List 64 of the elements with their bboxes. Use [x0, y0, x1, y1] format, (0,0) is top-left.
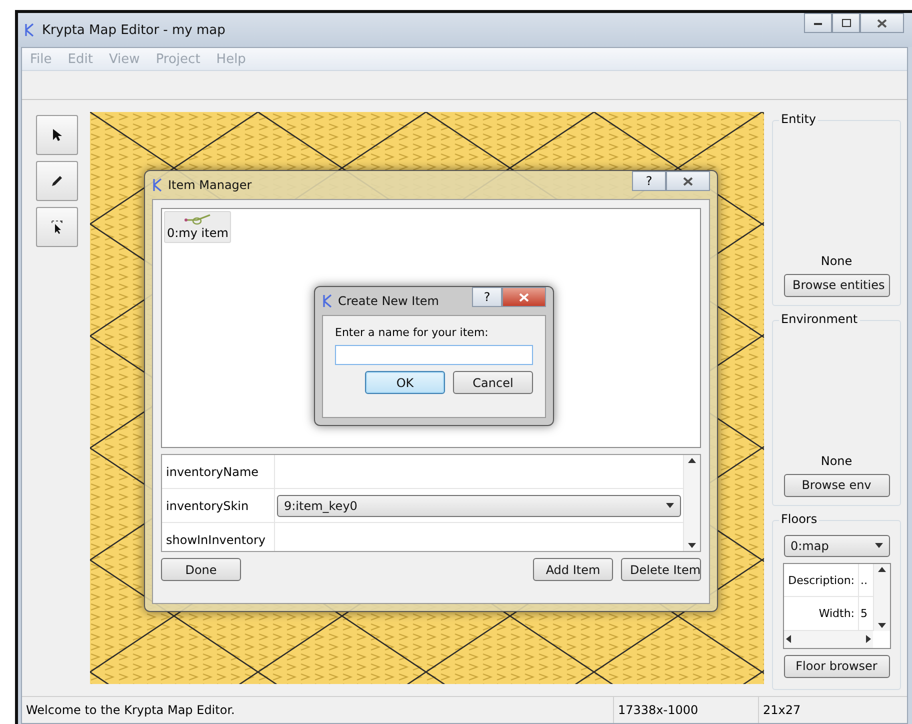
- property-name: inventorySkin: [162, 489, 275, 522]
- pointer-icon: [52, 128, 62, 142]
- close-button[interactable]: [502, 287, 546, 307]
- scroll-up-icon: [878, 566, 886, 572]
- group-title: Floors: [779, 512, 820, 526]
- floor-dropdown[interactable]: 0:map: [784, 534, 890, 557]
- cancel-button[interactable]: Cancel: [453, 371, 533, 394]
- delete-item-button[interactable]: Delete Item: [621, 558, 701, 581]
- tool-button[interactable]: [36, 115, 78, 155]
- horizontal-scrollbar[interactable]: [784, 630, 872, 648]
- window-title: Krypta Map Editor - my map: [42, 22, 226, 38]
- minimize-button[interactable]: [804, 13, 832, 33]
- tool-button[interactable]: [36, 207, 78, 247]
- pencil-icon: [51, 175, 63, 187]
- add-item-button[interactable]: Add Item: [533, 558, 613, 581]
- maximize-button[interactable]: [832, 13, 860, 33]
- status-message: Welcome to the Krypta Map Editor.: [25, 702, 236, 719]
- property-value: ..: [860, 572, 868, 588]
- close-icon: [519, 292, 529, 302]
- caret-icon: [666, 503, 674, 508]
- floor-browser-button[interactable]: Floor browser: [784, 654, 890, 678]
- cursor-position: 17338x-1000: [613, 697, 758, 723]
- scrollbar[interactable]: [872, 564, 890, 631]
- caret-icon: [874, 543, 882, 548]
- scroll-down-icon: [688, 543, 696, 548]
- app-logo-icon: [322, 294, 332, 308]
- group-title: Entity: [779, 112, 818, 126]
- help-button[interactable]: ?: [632, 171, 666, 191]
- close-button[interactable]: [860, 13, 904, 33]
- property-name: inventoryName: [162, 455, 275, 488]
- map-size: 21x27: [758, 697, 907, 723]
- scroll-down-icon: [878, 622, 886, 628]
- property-name: Description:: [784, 564, 858, 596]
- property-name: showInInventory: [162, 523, 275, 551]
- property-dropdown[interactable]: 9:item_key0: [277, 494, 681, 516]
- done-button[interactable]: Done: [161, 558, 241, 581]
- dialog-title: Item Manager: [168, 178, 253, 192]
- close-button[interactable]: [666, 171, 710, 191]
- group-title: Environment: [779, 312, 860, 326]
- browse-environment-button[interactable]: Browse env: [784, 474, 890, 497]
- property-value: 5: [860, 606, 868, 622]
- close-icon: [877, 18, 887, 28]
- scrollbar[interactable]: [683, 455, 700, 551]
- property-name: Width:: [784, 597, 858, 630]
- scroll-left-icon: [786, 635, 790, 644]
- app-logo-icon: [24, 23, 34, 37]
- environment-value: None: [820, 454, 852, 468]
- prompt-text: Enter a name for your item:: [335, 326, 490, 339]
- close-icon: [683, 176, 693, 186]
- key-icon: [182, 214, 213, 226]
- dialog-title: Create New Item: [338, 294, 440, 308]
- minimize-icon: [814, 22, 822, 24]
- item-tile[interactable]: 0:my item: [164, 211, 232, 243]
- maximize-icon: [842, 19, 850, 27]
- entity-value: None: [820, 254, 852, 268]
- ok-button[interactable]: OK: [365, 371, 445, 394]
- name-input[interactable]: [335, 345, 533, 365]
- select-pointer-icon: [51, 220, 63, 234]
- help-button[interactable]: ?: [472, 287, 502, 307]
- app-logo-icon: [152, 178, 162, 192]
- browse-entity-button[interactable]: Browse entities: [784, 274, 890, 297]
- item-label: 0:my item: [167, 226, 228, 240]
- scroll-up-icon: [688, 458, 696, 463]
- scroll-right-icon: [866, 635, 870, 644]
